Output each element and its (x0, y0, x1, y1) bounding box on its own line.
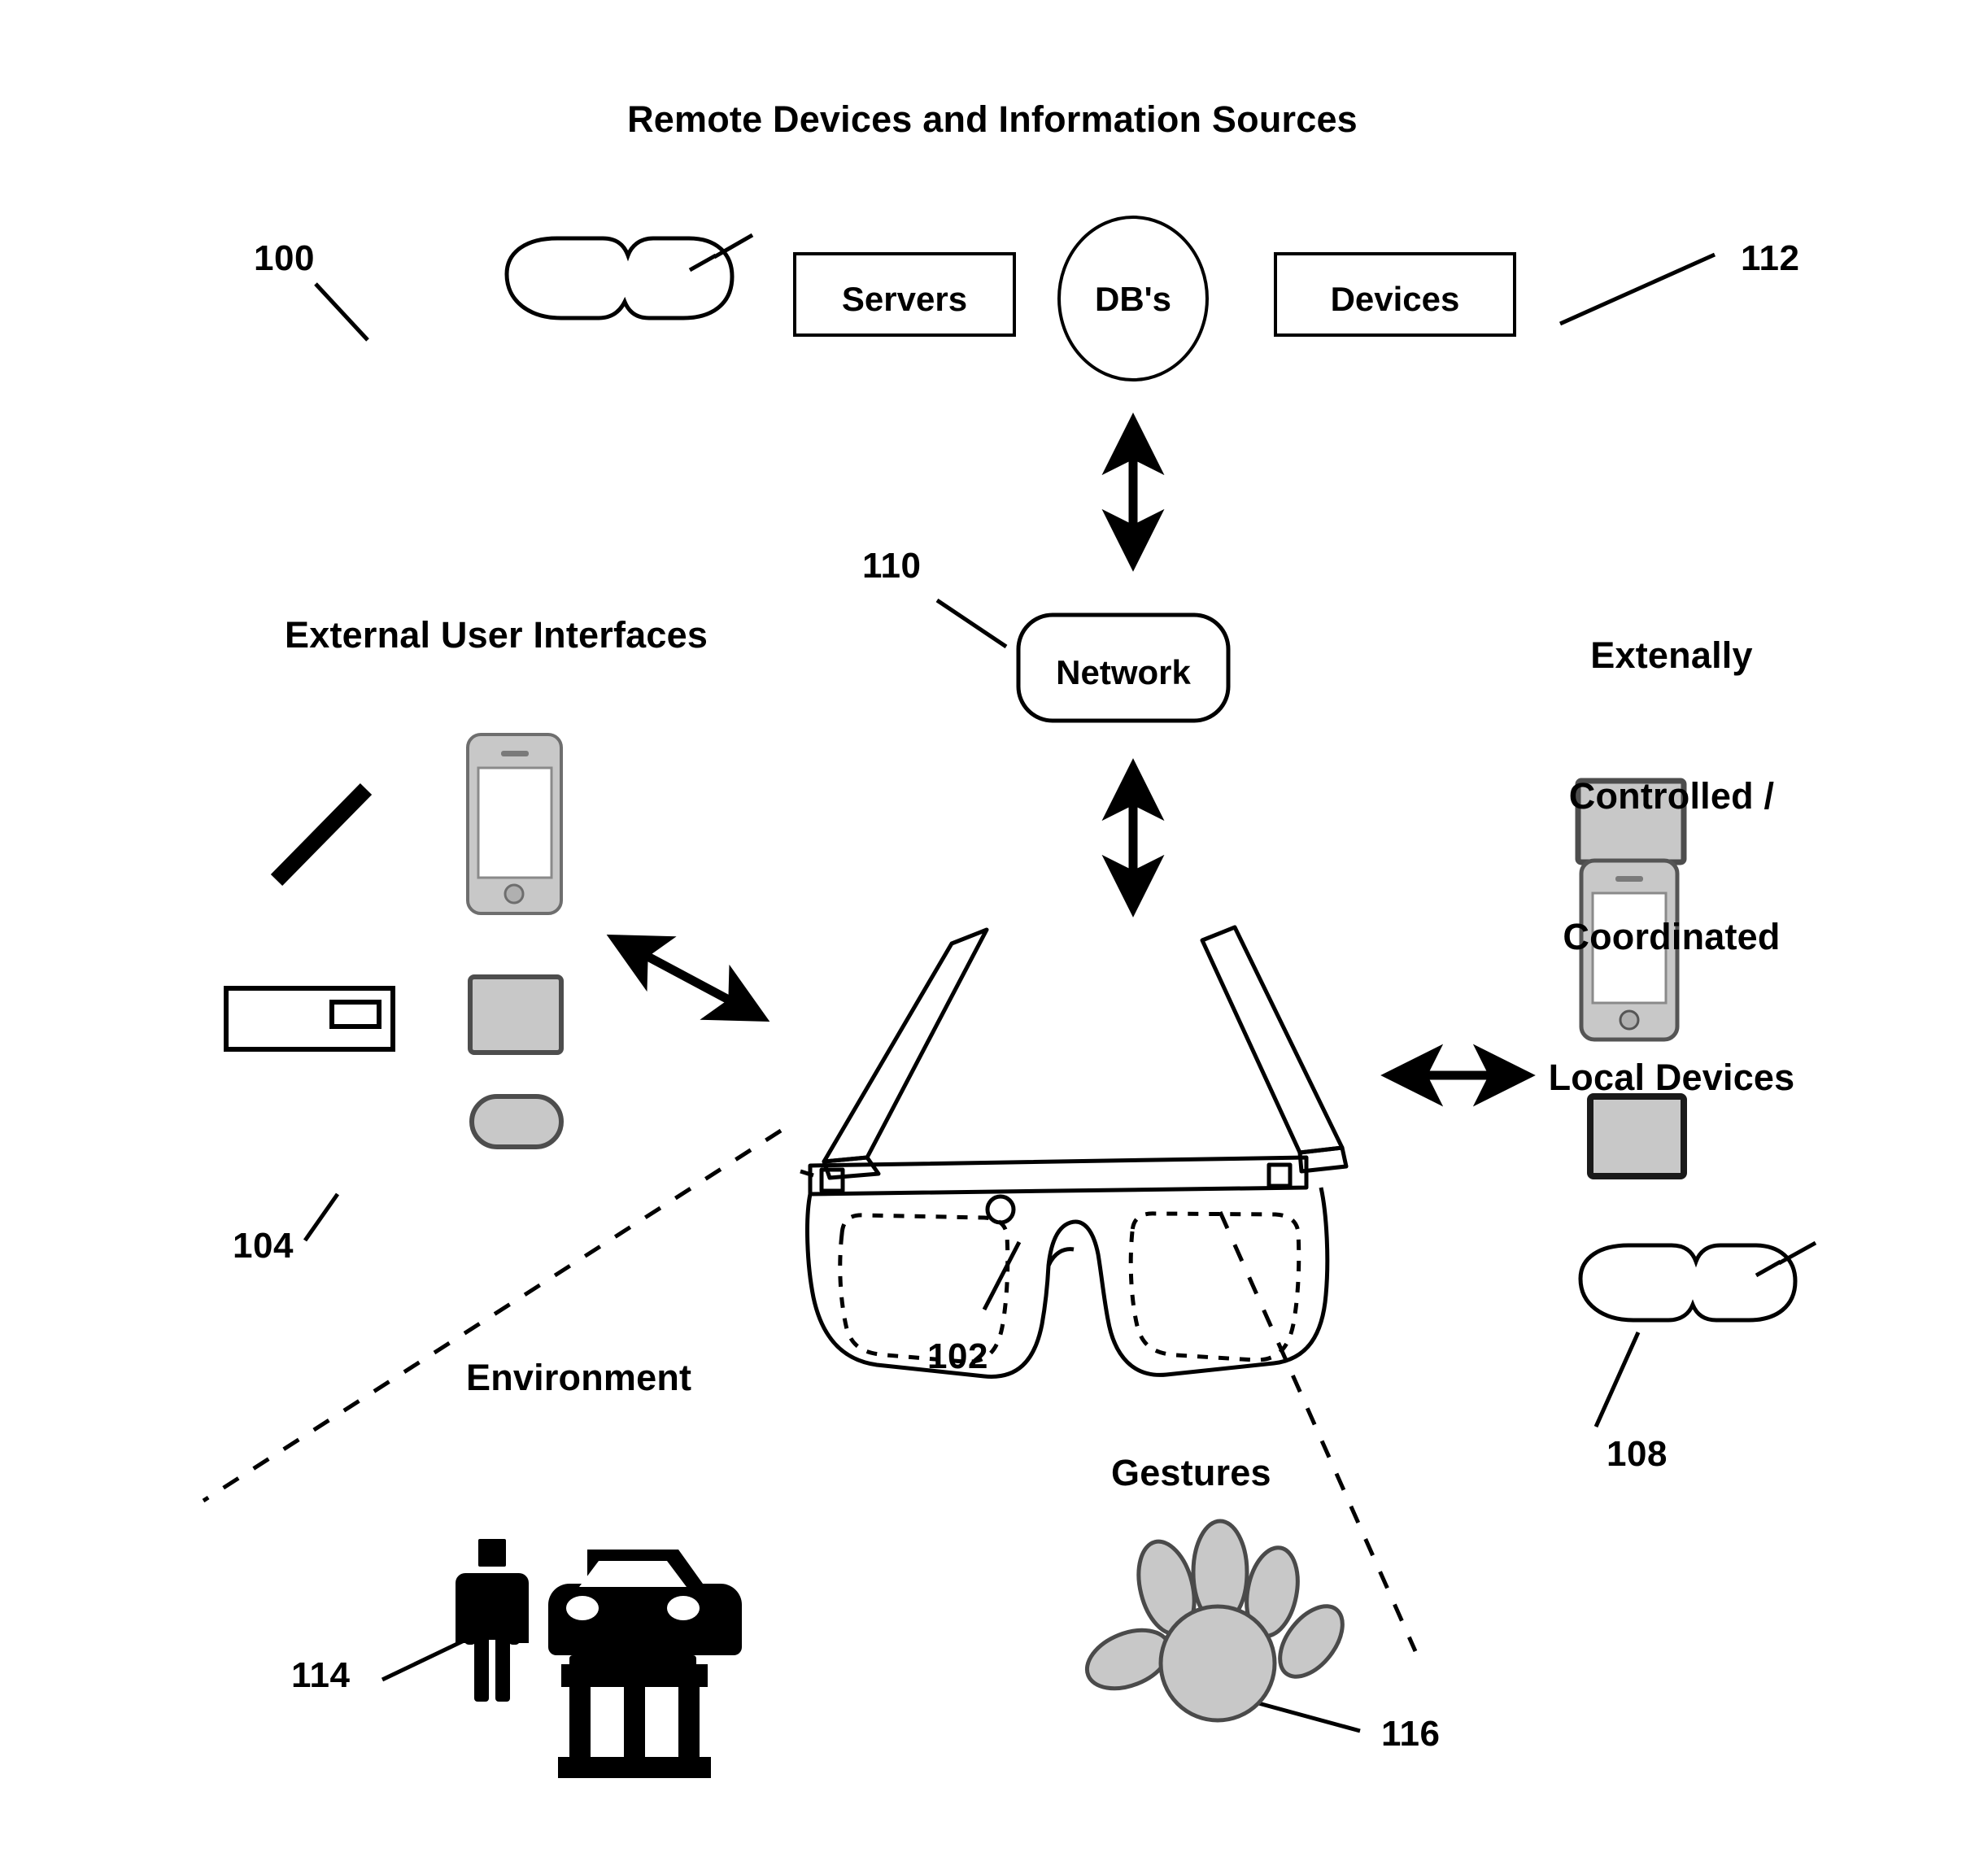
leader-line-108 (1593, 1331, 1641, 1428)
figure-title: Remote Devices and Information Sources (627, 98, 1358, 140)
goggles-icon (504, 233, 754, 320)
tablet-icon (468, 974, 564, 1055)
leader-line-100 (314, 282, 369, 342)
ref-numeral-110: 110 (862, 546, 922, 586)
environment-heading: Environment (466, 1357, 692, 1398)
goggles-icon (1578, 1240, 1817, 1323)
leader-line-104 (303, 1192, 340, 1242)
dashed-line-environment (202, 1128, 783, 1503)
patent-figure-canvas: Remote Devices and Information Sources 1… (0, 0, 1988, 1870)
smartphone-icon (466, 733, 563, 915)
ref-numeral-116: 116 (1381, 1714, 1441, 1754)
smart-glasses-icon (800, 925, 1349, 1379)
ref-numeral-114: 114 (291, 1655, 351, 1695)
databases-label[interactable]: DB's (1059, 277, 1207, 321)
remote-control-icon (224, 986, 395, 1052)
leader-line-102 (982, 1240, 1022, 1311)
stylus-icon (270, 782, 373, 887)
ref-numeral-102: 102 (927, 1336, 988, 1376)
arrow-eyewear-to-external-uis (606, 934, 770, 1022)
ref-numeral-112: 112 (1741, 238, 1800, 278)
external-user-interfaces-heading: External User Interfaces (285, 614, 708, 656)
externally-controlled-line-4: Local Devices (1548, 1056, 1795, 1098)
externally-controlled-line-3: Coordinated (1563, 915, 1781, 957)
leader-line-112 (1559, 252, 1716, 326)
servers-label[interactable]: Servers (795, 277, 1014, 321)
wearable-puck-icon (469, 1094, 564, 1149)
hand-gesture-icon (1084, 1519, 1345, 1723)
ref-numeral-104: 104 (233, 1226, 294, 1266)
externally-controlled-heading: Extenally Controlled / Coordinated Local… (1513, 538, 1830, 1194)
leader-line-116 (1252, 1699, 1361, 1733)
network-label[interactable]: Network (1018, 651, 1228, 695)
externally-controlled-line-1: Extenally (1590, 634, 1753, 677)
ref-numeral-100: 100 (254, 238, 315, 278)
externally-controlled-line-2: Controlled / (1568, 774, 1775, 817)
ref-numeral-108: 108 (1607, 1434, 1668, 1474)
leader-line-110 (935, 598, 1008, 649)
person-icon (456, 1539, 529, 1702)
gestures-heading: Gestures (1111, 1452, 1271, 1493)
devices-label[interactable]: Devices (1275, 277, 1515, 321)
